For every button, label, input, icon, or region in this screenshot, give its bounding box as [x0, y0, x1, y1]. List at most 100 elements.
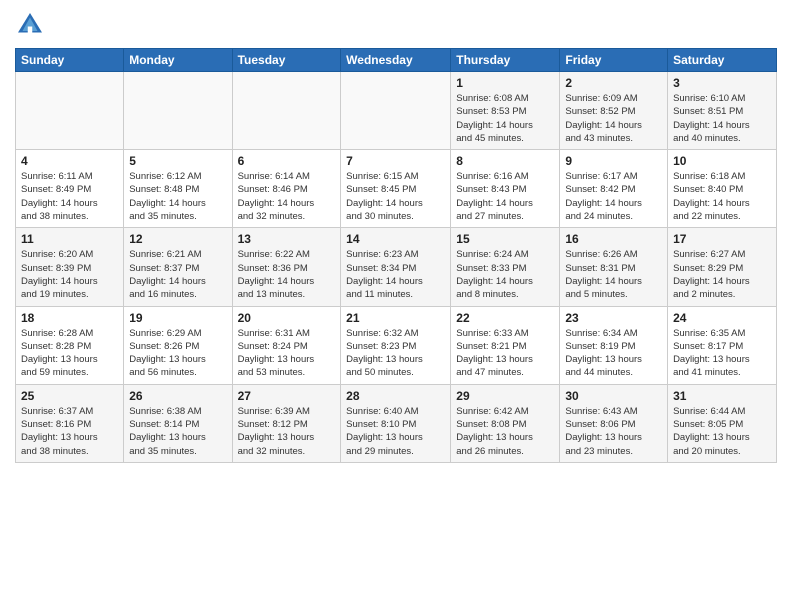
day-cell: 5 Sunrise: 6:12 AMSunset: 8:48 PMDaylight… — [124, 150, 232, 228]
weekday-header-tuesday: Tuesday — [232, 49, 341, 72]
day-cell: 24Sunrise: 6:35 AMSunset: 8:17 PMDayligh… — [668, 306, 777, 384]
day-cell: 18 Sunrise: 6:28 AMSunset: 8:28 PMDayligh… — [16, 306, 124, 384]
weekday-row: SundayMondayTuesdayWednesdayThursdayFrid… — [16, 49, 777, 72]
day-info: Sunrise: 6:40 AMSunset: 8:10 PMDaylight:… — [346, 405, 445, 458]
day-cell — [341, 72, 451, 150]
day-number: 10 — [673, 154, 771, 168]
day-number: 7 — [346, 154, 445, 168]
day-cell: 30 Sunrise: 6:43 AMSunset: 8:06 PMDayligh… — [560, 384, 668, 462]
day-info: Sunrise: 6:12 AMSunset: 8:48 PMDaylight:… — [129, 170, 226, 223]
day-number: 8 — [456, 154, 554, 168]
day-number: 28 — [346, 389, 445, 403]
day-info: Sunrise: 6:23 AMSunset: 8:34 PMDaylight:… — [346, 248, 445, 301]
day-cell: 8 Sunrise: 6:16 AMSunset: 8:43 PMDaylight… — [451, 150, 560, 228]
day-number: 18 — [21, 311, 118, 325]
day-info: Sunrise: 6:44 AMSunset: 8:05 PMDaylight:… — [673, 405, 771, 458]
day-number: 25 — [21, 389, 118, 403]
week-row-3: 11Sunrise: 6:20 AMSunset: 8:39 PMDayligh… — [16, 228, 777, 306]
day-number: 24 — [673, 311, 771, 325]
day-cell: 23 Sunrise: 6:34 AMSunset: 8:19 PMDayligh… — [560, 306, 668, 384]
day-info: Sunrise: 6:39 AMSunset: 8:12 PMDaylight:… — [238, 405, 336, 458]
weekday-header-saturday: Saturday — [668, 49, 777, 72]
day-cell: 12 Sunrise: 6:21 AMSunset: 8:37 PMDayligh… — [124, 228, 232, 306]
calendar-body: 1 Sunrise: 6:08 AMSunset: 8:53 PMDaylight… — [16, 72, 777, 463]
day-number: 23 — [565, 311, 662, 325]
day-info: Sunrise: 6:37 AMSunset: 8:16 PMDaylight:… — [21, 405, 118, 458]
day-info: Sunrise: 6:31 AMSunset: 8:24 PMDaylight:… — [238, 327, 336, 380]
day-info: Sunrise: 6:24 AMSunset: 8:33 PMDaylight:… — [456, 248, 554, 301]
day-info: Sunrise: 6:18 AMSunset: 8:40 PMDaylight:… — [673, 170, 771, 223]
day-info: Sunrise: 6:16 AMSunset: 8:43 PMDaylight:… — [456, 170, 554, 223]
day-cell: 28 Sunrise: 6:40 AMSunset: 8:10 PMDayligh… — [341, 384, 451, 462]
day-number: 30 — [565, 389, 662, 403]
day-cell: 7Sunrise: 6:15 AMSunset: 8:45 PMDaylight… — [341, 150, 451, 228]
day-info: Sunrise: 6:21 AMSunset: 8:37 PMDaylight:… — [129, 248, 226, 301]
day-cell — [232, 72, 341, 150]
calendar-header: SundayMondayTuesdayWednesdayThursdayFrid… — [16, 49, 777, 72]
day-info: Sunrise: 6:10 AMSunset: 8:51 PMDaylight:… — [673, 92, 771, 145]
day-number: 3 — [673, 76, 771, 90]
week-row-4: 18 Sunrise: 6:28 AMSunset: 8:28 PMDayligh… — [16, 306, 777, 384]
day-cell: 14 Sunrise: 6:23 AMSunset: 8:34 PMDayligh… — [341, 228, 451, 306]
day-number: 22 — [456, 311, 554, 325]
day-cell — [16, 72, 124, 150]
day-info: Sunrise: 6:42 AMSunset: 8:08 PMDaylight:… — [456, 405, 554, 458]
day-info: Sunrise: 6:11 AMSunset: 8:49 PMDaylight:… — [21, 170, 118, 223]
day-number: 27 — [238, 389, 336, 403]
day-cell: 27 Sunrise: 6:39 AMSunset: 8:12 PMDayligh… — [232, 384, 341, 462]
day-cell: 15Sunrise: 6:24 AMSunset: 8:33 PMDayligh… — [451, 228, 560, 306]
day-number: 5 — [129, 154, 226, 168]
day-info: Sunrise: 6:27 AMSunset: 8:29 PMDaylight:… — [673, 248, 771, 301]
day-number: 21 — [346, 311, 445, 325]
day-cell: 2 Sunrise: 6:09 AMSunset: 8:52 PMDaylight… — [560, 72, 668, 150]
day-cell: 26Sunrise: 6:38 AMSunset: 8:14 PMDayligh… — [124, 384, 232, 462]
logo — [15, 10, 49, 40]
day-number: 12 — [129, 232, 226, 246]
day-cell: 19Sunrise: 6:29 AMSunset: 8:26 PMDayligh… — [124, 306, 232, 384]
weekday-header-friday: Friday — [560, 49, 668, 72]
day-cell: 4 Sunrise: 6:11 AMSunset: 8:49 PMDaylight… — [16, 150, 124, 228]
day-number: 26 — [129, 389, 226, 403]
day-number: 13 — [238, 232, 336, 246]
weekday-header-monday: Monday — [124, 49, 232, 72]
day-number: 6 — [238, 154, 336, 168]
day-info: Sunrise: 6:32 AMSunset: 8:23 PMDaylight:… — [346, 327, 445, 380]
day-info: Sunrise: 6:43 AMSunset: 8:06 PMDaylight:… — [565, 405, 662, 458]
day-number: 29 — [456, 389, 554, 403]
day-info: Sunrise: 6:33 AMSunset: 8:21 PMDaylight:… — [456, 327, 554, 380]
day-cell: 3 Sunrise: 6:10 AMSunset: 8:51 PMDaylight… — [668, 72, 777, 150]
week-row-2: 4 Sunrise: 6:11 AMSunset: 8:49 PMDaylight… — [16, 150, 777, 228]
weekday-header-wednesday: Wednesday — [341, 49, 451, 72]
header — [15, 10, 777, 40]
day-number: 16 — [565, 232, 662, 246]
day-number: 4 — [21, 154, 118, 168]
day-cell: 16Sunrise: 6:26 AMSunset: 8:31 PMDayligh… — [560, 228, 668, 306]
calendar: SundayMondayTuesdayWednesdayThursdayFrid… — [15, 48, 777, 463]
day-info: Sunrise: 6:14 AMSunset: 8:46 PMDaylight:… — [238, 170, 336, 223]
day-cell: 29 Sunrise: 6:42 AMSunset: 8:08 PMDayligh… — [451, 384, 560, 462]
day-number: 14 — [346, 232, 445, 246]
day-number: 20 — [238, 311, 336, 325]
day-number: 17 — [673, 232, 771, 246]
day-info: Sunrise: 6:28 AMSunset: 8:28 PMDaylight:… — [21, 327, 118, 380]
day-cell: 11Sunrise: 6:20 AMSunset: 8:39 PMDayligh… — [16, 228, 124, 306]
day-cell: 21 Sunrise: 6:32 AMSunset: 8:23 PMDayligh… — [341, 306, 451, 384]
day-info: Sunrise: 6:29 AMSunset: 8:26 PMDaylight:… — [129, 327, 226, 380]
weekday-header-sunday: Sunday — [16, 49, 124, 72]
weekday-header-thursday: Thursday — [451, 49, 560, 72]
day-info: Sunrise: 6:34 AMSunset: 8:19 PMDaylight:… — [565, 327, 662, 380]
day-cell: 25 Sunrise: 6:37 AMSunset: 8:16 PMDayligh… — [16, 384, 124, 462]
day-info: Sunrise: 6:09 AMSunset: 8:52 PMDaylight:… — [565, 92, 662, 145]
day-info: Sunrise: 6:08 AMSunset: 8:53 PMDaylight:… — [456, 92, 554, 145]
day-cell — [124, 72, 232, 150]
day-number: 2 — [565, 76, 662, 90]
day-cell: 10 Sunrise: 6:18 AMSunset: 8:40 PMDayligh… — [668, 150, 777, 228]
day-cell: 9Sunrise: 6:17 AMSunset: 8:42 PMDaylight… — [560, 150, 668, 228]
day-number: 11 — [21, 232, 118, 246]
day-cell: 13Sunrise: 6:22 AMSunset: 8:36 PMDayligh… — [232, 228, 341, 306]
day-cell: 31Sunrise: 6:44 AMSunset: 8:05 PMDayligh… — [668, 384, 777, 462]
day-info: Sunrise: 6:17 AMSunset: 8:42 PMDaylight:… — [565, 170, 662, 223]
day-number: 1 — [456, 76, 554, 90]
day-cell: 20 Sunrise: 6:31 AMSunset: 8:24 PMDayligh… — [232, 306, 341, 384]
day-cell: 6 Sunrise: 6:14 AMSunset: 8:46 PMDaylight… — [232, 150, 341, 228]
